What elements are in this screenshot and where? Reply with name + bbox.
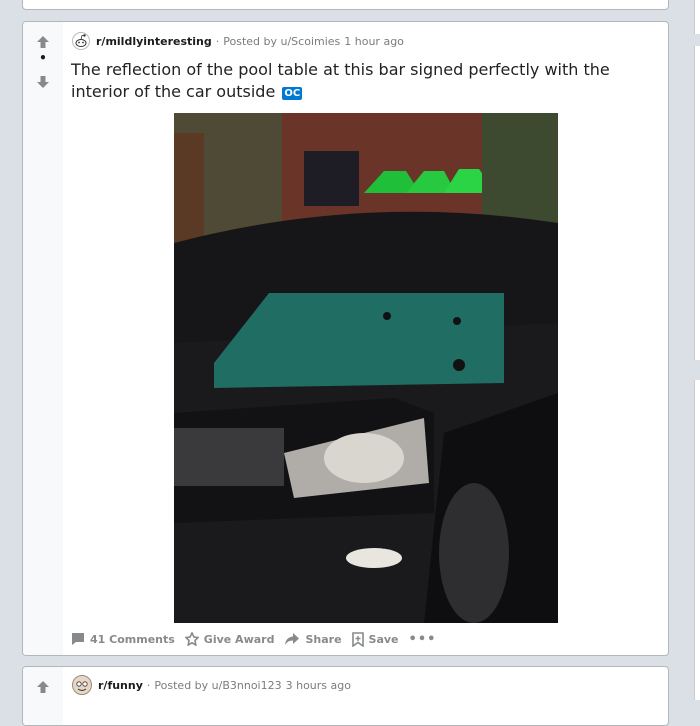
vote-column xyxy=(23,667,63,725)
award-icon xyxy=(184,632,199,646)
subreddit-icon[interactable] xyxy=(72,32,90,50)
upvote-icon[interactable] xyxy=(36,680,50,694)
subreddit-icon[interactable] xyxy=(72,675,92,695)
award-label: Give Award xyxy=(203,632,275,646)
meta-separator: · xyxy=(215,34,220,48)
give-award-button[interactable]: Give Award xyxy=(184,632,275,646)
save-label: Save xyxy=(368,632,399,646)
post-meta: r/mildlyinteresting · Posted by u/Scoimi… xyxy=(72,32,404,50)
meta-separator: · xyxy=(146,678,151,692)
share-button[interactable]: Share xyxy=(284,632,342,646)
next-post-card[interactable]: r/funny · Posted by u/B3nnoi123 3 hours … xyxy=(22,666,669,726)
post-time[interactable]: 1 hour ago xyxy=(344,35,404,48)
post-image[interactable] xyxy=(174,113,558,623)
share-arrow-icon xyxy=(285,633,300,645)
comment-icon xyxy=(72,633,84,645)
post-title-text[interactable]: The reflection of the pool table at this… xyxy=(71,60,610,101)
post-title[interactable]: The reflection of the pool table at this… xyxy=(71,59,661,103)
comments-label: 41 Comments xyxy=(90,632,175,646)
post-meta: r/funny · Posted by u/B3nnoi123 3 hours … xyxy=(72,675,351,695)
subreddit-link[interactable]: r/mildlyinteresting xyxy=(96,35,212,48)
sidebar-widget-peek xyxy=(694,46,700,360)
post-card[interactable]: • r/mildlyinteresting · Posted by u/Scoi… xyxy=(22,21,669,656)
previous-post-card[interactable] xyxy=(22,0,669,10)
upvote-icon[interactable] xyxy=(36,35,50,49)
more-options-icon: ••• xyxy=(408,631,437,647)
vote-score: • xyxy=(39,51,47,65)
post-actions-bar: 41 Comments Give Award Share Save ••• xyxy=(71,630,446,648)
sidebar-widget-peek xyxy=(694,380,700,700)
posted-by-user[interactable]: Posted by u/Scoimies xyxy=(223,35,340,48)
sidebar-widget-peek xyxy=(694,0,700,34)
share-label: Share xyxy=(305,632,342,646)
comments-button[interactable]: 41 Comments xyxy=(71,632,175,646)
save-button[interactable]: Save xyxy=(351,631,399,647)
posted-by-user[interactable]: Posted by u/B3nnoi123 xyxy=(154,679,281,692)
subreddit-link[interactable]: r/funny xyxy=(98,679,143,692)
more-options-button[interactable]: ••• xyxy=(409,632,437,647)
post-time[interactable]: 3 hours ago xyxy=(286,679,351,692)
vote-column: • xyxy=(23,22,63,655)
oc-flair-badge: OC xyxy=(282,87,303,100)
downvote-icon[interactable] xyxy=(36,75,50,89)
bookmark-icon xyxy=(351,631,364,647)
